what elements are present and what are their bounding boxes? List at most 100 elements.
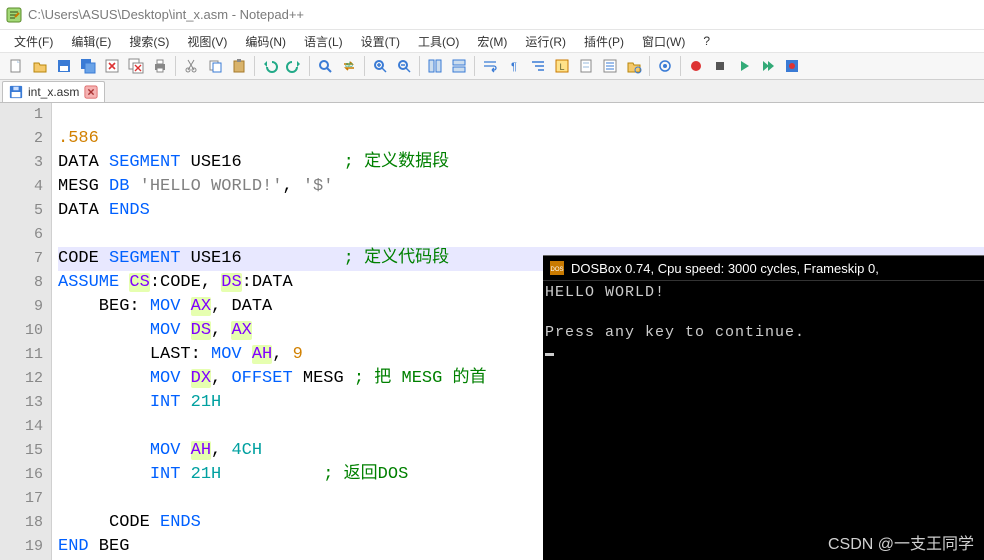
svg-text:¶: ¶	[511, 61, 517, 73]
dosbox-console: HELLO WORLD! Press any key to continue.	[543, 281, 984, 365]
paste-icon[interactable]	[227, 54, 251, 78]
code-token: AX	[191, 297, 211, 316]
show-all-icon[interactable]: ¶	[502, 54, 526, 78]
code-token: 4CH	[231, 441, 262, 460]
zoom-in-icon[interactable]	[368, 54, 392, 78]
code-token: ENDS	[160, 513, 201, 532]
menu-item-11[interactable]: 窗口(W)	[634, 31, 693, 52]
open-icon[interactable]	[28, 54, 52, 78]
code-token: DATA	[58, 201, 109, 220]
code-token: ASSUME	[58, 273, 119, 292]
svg-text:ab: ab	[345, 62, 353, 69]
code-token: MOV	[150, 321, 181, 340]
cut-icon[interactable]	[179, 54, 203, 78]
code-token: MOV	[150, 441, 181, 460]
line-number: 11	[0, 343, 43, 367]
dosbox-titlebar[interactable]: DOS DOSBox 0.74, Cpu speed: 3000 cycles,…	[543, 256, 984, 281]
code-token: ,	[272, 345, 292, 364]
save-macro-icon[interactable]	[780, 54, 804, 78]
menu-item-7[interactable]: 工具(O)	[410, 31, 467, 52]
func-list-icon[interactable]	[598, 54, 622, 78]
menu-item-0[interactable]: 文件(F)	[6, 31, 61, 52]
code-token: MOV	[150, 297, 181, 316]
menu-item-12[interactable]: ?	[695, 32, 718, 50]
zoom-out-icon[interactable]	[392, 54, 416, 78]
menu-item-4[interactable]: 编码(N)	[237, 31, 294, 52]
undo-icon[interactable]	[258, 54, 282, 78]
code-token: ; 定义代码段	[344, 249, 449, 268]
code-token: ; 返回DOS	[323, 465, 408, 484]
code-line[interactable]: MESG DB 'HELLO WORLD!', '$'	[58, 175, 984, 199]
play-icon[interactable]	[732, 54, 756, 78]
menu-item-10[interactable]: 插件(P)	[576, 31, 632, 52]
code-line[interactable]: DATA SEGMENT USE16 ; 定义数据段	[58, 151, 984, 175]
code-token: LAST:	[58, 345, 211, 364]
code-token: INT	[150, 465, 181, 484]
line-number: 8	[0, 271, 43, 295]
close-all-icon[interactable]	[124, 54, 148, 78]
folder-icon[interactable]	[622, 54, 646, 78]
save-icon[interactable]	[52, 54, 76, 78]
record-icon[interactable]	[684, 54, 708, 78]
indent-guide-icon[interactable]	[526, 54, 550, 78]
stop-icon[interactable]	[708, 54, 732, 78]
code-token: 'HELLO WORLD!'	[129, 177, 282, 196]
line-number: 4	[0, 175, 43, 199]
sync-v-icon[interactable]	[423, 54, 447, 78]
menu-item-1[interactable]: 编辑(E)	[63, 31, 119, 52]
sync-h-icon[interactable]	[447, 54, 471, 78]
toolbar-separator	[419, 56, 420, 76]
tab-file[interactable]: int_x.asm	[2, 81, 105, 102]
lang-icon[interactable]: L	[550, 54, 574, 78]
copy-icon[interactable]	[203, 54, 227, 78]
replace-icon[interactable]: ab	[337, 54, 361, 78]
code-token	[180, 369, 190, 388]
close-tab-icon[interactable]	[84, 85, 98, 99]
line-number: 19	[0, 535, 43, 559]
wordwrap-icon[interactable]	[478, 54, 502, 78]
code-token: CODE	[58, 249, 109, 268]
dosbox-window[interactable]: DOS DOSBox 0.74, Cpu speed: 3000 cycles,…	[543, 255, 984, 560]
code-token: CS	[129, 273, 149, 292]
menu-item-9[interactable]: 运行(R)	[517, 31, 574, 52]
print-icon[interactable]	[148, 54, 172, 78]
code-line[interactable]: .586	[58, 127, 984, 151]
code-token	[119, 273, 129, 292]
code-line[interactable]: DATA ENDS	[58, 199, 984, 223]
code-token: MESG	[58, 177, 109, 196]
line-number: 17	[0, 487, 43, 511]
code-token: :DATA	[242, 273, 293, 292]
save-all-icon[interactable]	[76, 54, 100, 78]
redo-icon[interactable]	[282, 54, 306, 78]
code-token	[180, 393, 190, 412]
window-titlebar: C:\Users\ASUS\Desktop\int_x.asm - Notepa…	[0, 0, 984, 30]
line-number: 1	[0, 103, 43, 127]
disk-icon	[9, 85, 23, 99]
monitor-icon[interactable]	[653, 54, 677, 78]
find-icon[interactable]	[313, 54, 337, 78]
svg-text:L: L	[559, 62, 564, 72]
doc-map-icon[interactable]	[574, 54, 598, 78]
code-token: ; 把 MESG 的首	[354, 369, 487, 388]
menu-item-5[interactable]: 语言(L)	[296, 31, 351, 52]
code-token: DS	[191, 321, 211, 340]
code-token: DATA	[58, 153, 109, 172]
close-icon[interactable]	[100, 54, 124, 78]
code-token: BEG	[89, 537, 130, 556]
menu-item-6[interactable]: 设置(T)	[353, 31, 408, 52]
menu-item-2[interactable]: 搜索(S)	[121, 31, 177, 52]
code-token: ,	[211, 369, 231, 388]
code-token: MOV	[211, 345, 242, 364]
code-line[interactable]	[58, 223, 984, 247]
play-multi-icon[interactable]	[756, 54, 780, 78]
code-token	[58, 393, 150, 412]
code-line[interactable]	[58, 103, 984, 127]
code-token: MESG	[293, 369, 354, 388]
code-token: OFFSET	[231, 369, 292, 388]
menu-item-8[interactable]: 宏(M)	[469, 31, 515, 52]
new-file-icon[interactable]	[4, 54, 28, 78]
menu-item-3[interactable]: 视图(V)	[179, 31, 235, 52]
code-token: ; 定义数据段	[344, 153, 449, 172]
code-token: USE16	[180, 153, 343, 172]
dosbox-cursor	[545, 353, 554, 356]
